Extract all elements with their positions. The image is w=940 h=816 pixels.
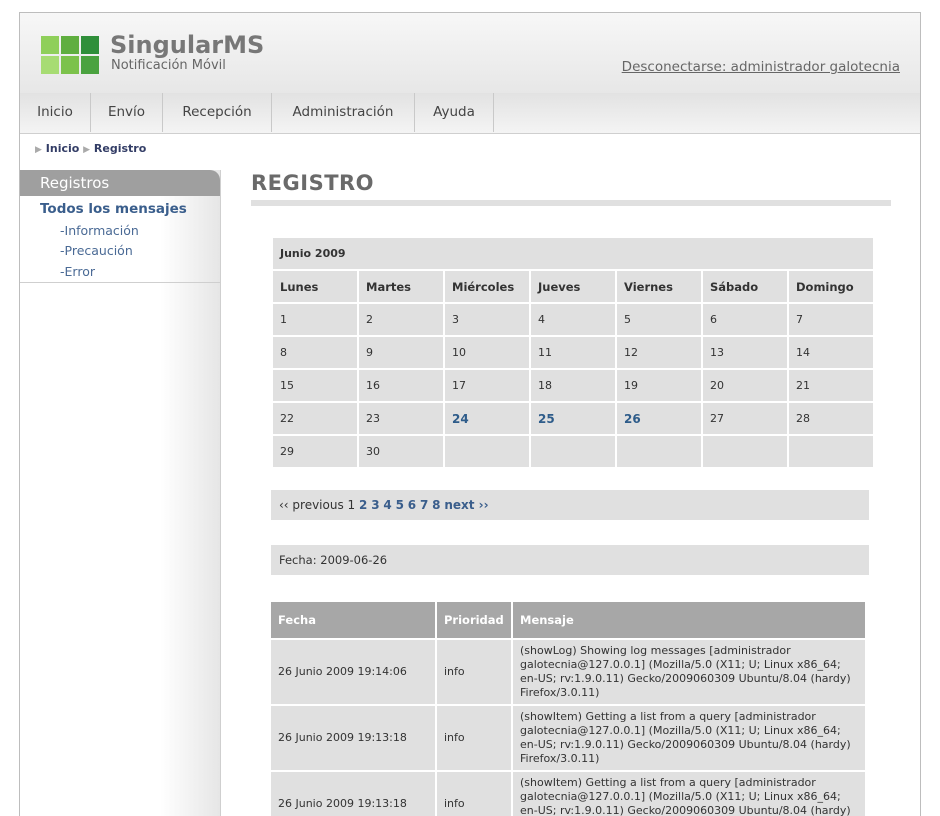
log-date: 26 Junio 2009 19:13:18 bbox=[271, 772, 435, 816]
calendar-day: 5 bbox=[617, 304, 701, 335]
pager-next[interactable]: next ›› bbox=[444, 498, 488, 512]
calendar-day: 12 bbox=[617, 337, 701, 368]
log-priority: info bbox=[437, 706, 511, 770]
calendar-day: 14 bbox=[789, 337, 873, 368]
calendar-day: 18 bbox=[531, 370, 615, 401]
calendar-day: 29 bbox=[273, 436, 357, 467]
calendar-day: 17 bbox=[445, 370, 529, 401]
calendar-day: 10 bbox=[445, 337, 529, 368]
calendar-day-header: Miércoles bbox=[445, 271, 529, 302]
calendar-day: 20 bbox=[703, 370, 787, 401]
calendar-empty-cell bbox=[445, 436, 529, 467]
pager-page-link[interactable]: 8 bbox=[432, 498, 440, 512]
pager-page-link[interactable]: 2 bbox=[359, 498, 367, 512]
nav-recepcion[interactable]: Recepción bbox=[163, 93, 272, 132]
log-date: 26 Junio 2009 19:13:18 bbox=[271, 706, 435, 770]
pager-page-link[interactable]: 7 bbox=[420, 498, 428, 512]
calendar-day-header: Martes bbox=[359, 271, 443, 302]
calendar-day: 4 bbox=[531, 304, 615, 335]
nav-envio[interactable]: Envío bbox=[91, 93, 163, 132]
page-frame: SingularMS Notificación Móvil Desconecta… bbox=[19, 12, 921, 816]
calendar-day-header: Viernes bbox=[617, 271, 701, 302]
log-priority: info bbox=[437, 640, 511, 704]
nav-ayuda[interactable]: Ayuda bbox=[415, 93, 494, 132]
breadcrumb-registro[interactable]: Registro bbox=[94, 142, 146, 155]
calendar-day: 28 bbox=[789, 403, 873, 434]
page-title: REGISTRO bbox=[251, 171, 375, 195]
log-header-prioridad: Prioridad bbox=[437, 602, 511, 638]
calendar-empty-cell bbox=[531, 436, 615, 467]
calendar-day: 1 bbox=[273, 304, 357, 335]
calendar-day: 2 bbox=[359, 304, 443, 335]
calendar-day: 27 bbox=[703, 403, 787, 434]
calendar-day: 6 bbox=[703, 304, 787, 335]
calendar-day: 19 bbox=[617, 370, 701, 401]
calendar-day: 3 bbox=[445, 304, 529, 335]
pager-page-link[interactable]: 5 bbox=[396, 498, 404, 512]
calendar-day: 15 bbox=[273, 370, 357, 401]
pager-current: 1 bbox=[347, 498, 356, 512]
sidebar-item-error[interactable]: -Error bbox=[60, 264, 95, 279]
breadcrumb-inicio[interactable]: Inicio bbox=[46, 142, 80, 155]
calendar-day: 22 bbox=[273, 403, 357, 434]
calendar: Junio 2009 Lunes Martes Miércoles Jueves… bbox=[271, 236, 875, 469]
sidebar: Registros Todos los mensajes -Informació… bbox=[20, 170, 221, 816]
log-header-mensaje: Mensaje bbox=[513, 602, 865, 638]
logout-link[interactable]: Desconectarse: administrador galotecnia bbox=[622, 59, 900, 75]
breadcrumb-arrow-icon: ▶ bbox=[35, 145, 42, 155]
date-filter: Fecha: 2009-06-26 bbox=[271, 545, 869, 575]
header: SingularMS Notificación Móvil Desconecta… bbox=[20, 13, 920, 93]
nav-inicio[interactable]: Inicio bbox=[20, 93, 91, 132]
log-priority: info bbox=[437, 772, 511, 816]
calendar-day: 30 bbox=[359, 436, 443, 467]
title-underline bbox=[251, 200, 891, 206]
calendar-empty-cell bbox=[703, 436, 787, 467]
brand-title: SingularMS bbox=[110, 31, 265, 59]
sidebar-divider bbox=[20, 282, 220, 283]
sidebar-item-precaucion[interactable]: -Precaución bbox=[60, 243, 133, 258]
calendar-day: 11 bbox=[531, 337, 615, 368]
calendar-day: 9 bbox=[359, 337, 443, 368]
table-row: 26 Junio 2009 19:14:06 info (showLog) Show… bbox=[271, 640, 865, 704]
calendar-day[interactable]: 26 bbox=[617, 403, 701, 434]
calendar-day: 23 bbox=[359, 403, 443, 434]
sidebar-item-all-messages[interactable]: Todos los mensajes bbox=[40, 201, 187, 217]
calendar-day-header: Lunes bbox=[273, 271, 357, 302]
log-table: Fecha Prioridad Mensaje 26 Junio 2009 19… bbox=[269, 600, 867, 816]
calendar-day-header: Jueves bbox=[531, 271, 615, 302]
pagination: ‹‹ previous 1 2 3 4 5 6 7 8 next ›› bbox=[271, 490, 869, 520]
calendar-day-header: Sábado bbox=[703, 271, 787, 302]
calendar-day: 7 bbox=[789, 304, 873, 335]
logo-icon bbox=[41, 36, 101, 76]
pager-page-link[interactable]: 6 bbox=[408, 498, 416, 512]
table-row: 26 Junio 2009 19:13:18 info (showItem) Get… bbox=[271, 706, 865, 770]
pager-page-link[interactable]: 4 bbox=[383, 498, 391, 512]
pager-previous: ‹‹ previous bbox=[279, 498, 344, 512]
sidebar-heading: Registros bbox=[20, 170, 220, 196]
calendar-day: 21 bbox=[789, 370, 873, 401]
main-nav: Inicio Envío Recepción Administración Ay… bbox=[20, 93, 920, 134]
brand-subtitle: Notificación Móvil bbox=[111, 58, 226, 73]
log-message: (showItem) Getting a list from a query [… bbox=[513, 772, 865, 816]
pager-page-link[interactable]: 3 bbox=[371, 498, 379, 512]
log-header-fecha: Fecha bbox=[271, 602, 435, 638]
calendar-day: 8 bbox=[273, 337, 357, 368]
table-row: 26 Junio 2009 19:13:18 info (showItem) Get… bbox=[271, 772, 865, 816]
nav-administracion[interactable]: Administración bbox=[272, 93, 415, 132]
breadcrumb: ▶ Inicio ▶ Registro bbox=[35, 142, 146, 155]
calendar-day[interactable]: 24 bbox=[445, 403, 529, 434]
calendar-month: Junio 2009 bbox=[273, 238, 873, 269]
sidebar-item-informacion[interactable]: -Información bbox=[60, 223, 139, 238]
log-message: (showLog) Showing log messages [administ… bbox=[513, 640, 865, 704]
calendar-empty-cell bbox=[789, 436, 873, 467]
calendar-day: 13 bbox=[703, 337, 787, 368]
calendar-day[interactable]: 25 bbox=[531, 403, 615, 434]
calendar-empty-cell bbox=[617, 436, 701, 467]
calendar-day-header: Domingo bbox=[789, 271, 873, 302]
calendar-day: 16 bbox=[359, 370, 443, 401]
breadcrumb-arrow-icon: ▶ bbox=[83, 145, 91, 155]
log-date: 26 Junio 2009 19:14:06 bbox=[271, 640, 435, 704]
log-message: (showItem) Getting a list from a query [… bbox=[513, 706, 865, 770]
